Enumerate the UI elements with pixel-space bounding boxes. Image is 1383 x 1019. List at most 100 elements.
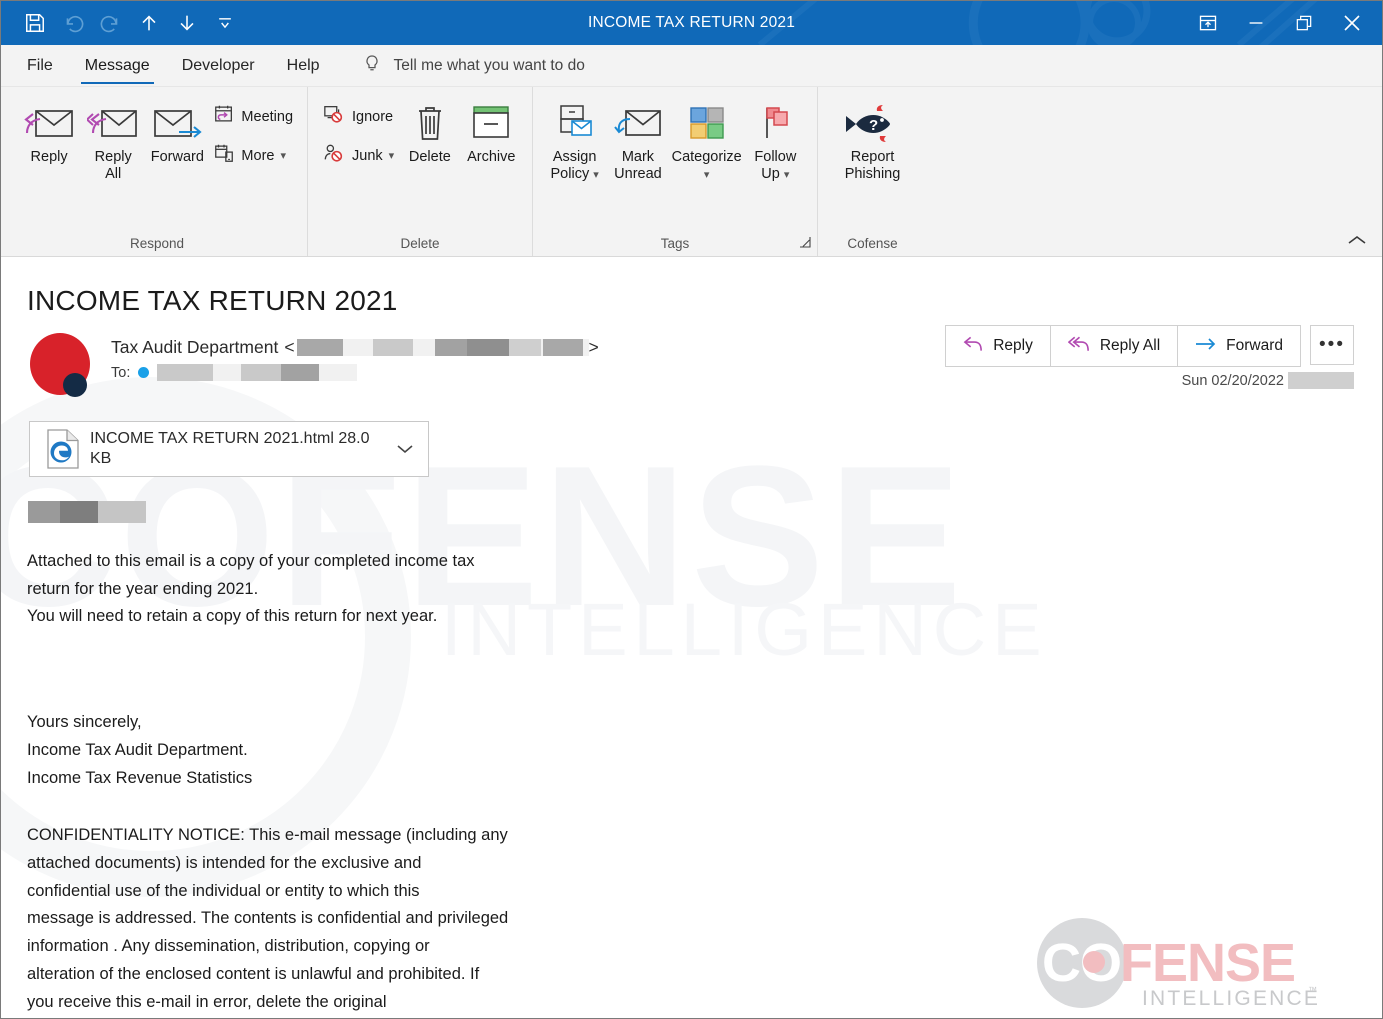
- ribbon-button-meeting[interactable]: Meeting: [209, 101, 297, 132]
- tab-developer-label: Developer: [181, 57, 255, 74]
- signoff-line-1: Yours sincerely,: [27, 713, 142, 732]
- reply-all-button-label: Reply All: [1099, 337, 1161, 354]
- message-date: Sun 02/20/2022: [1181, 372, 1284, 389]
- confidentiality-line-4: message is addressed. The contents is co…: [27, 909, 509, 928]
- collapse-ribbon-icon[interactable]: [1346, 233, 1368, 252]
- ribbon-button-reply-all[interactable]: Reply All: [81, 95, 145, 187]
- ribbon-button-report-phishing[interactable]: ? Report Phishing: [828, 95, 917, 187]
- ribbon-group-cofense: ? Report Phishing Cofense: [817, 87, 927, 256]
- ribbon-button-meeting-label: Meeting: [241, 108, 294, 125]
- message-body: Attached to this email is a copy of your…: [27, 501, 627, 1018]
- signoff-line-3: Income Tax Revenue Statistics: [27, 768, 253, 787]
- message-timestamp: Sun 02/20/2022: [1182, 372, 1354, 389]
- svg-text:FENSE: FENSE: [1120, 933, 1295, 993]
- ribbon-button-categorize[interactable]: Categorize ▾: [670, 95, 744, 187]
- recipient-line: To:: [111, 364, 599, 381]
- ribbon-group-respond-label: Respond: [129, 235, 185, 251]
- meeting-icon: [213, 103, 235, 130]
- ribbon-button-forward[interactable]: Forward: [145, 95, 209, 170]
- attachment-dropdown-icon[interactable]: [392, 443, 418, 455]
- tab-file-label: File: [27, 57, 53, 74]
- ribbon-button-mark-unread[interactable]: Mark Unread: [606, 95, 669, 187]
- ribbon-button-delete[interactable]: Delete: [399, 95, 460, 170]
- chevron-down-icon: ▾: [388, 150, 395, 162]
- tab-developer[interactable]: Developer: [166, 46, 271, 86]
- ribbon-group-delete: Ignore Junk ▾ Delete Archive Delete: [307, 87, 532, 256]
- confidentiality-line-6: alteration of the enclosed content is un…: [27, 964, 480, 983]
- ribbon-group-tags: Assign Policy ▾ Mark Unread Categorize ▾…: [532, 87, 817, 256]
- ribbon-button-archive[interactable]: Archive: [461, 95, 522, 170]
- ribbon-group-respond: Reply Reply All Forward Meeting More ▾ R…: [7, 87, 307, 256]
- ribbon-button-reply[interactable]: Reply: [17, 95, 81, 170]
- sender-name: Tax Audit Department: [111, 337, 279, 357]
- chevron-down-icon: ▾: [280, 150, 286, 162]
- ribbon-button-categorize-label: Categorize: [671, 149, 742, 165]
- ribbon-display-options-icon[interactable]: [1184, 3, 1232, 43]
- ribbon-button-ignore[interactable]: Ignore: [318, 101, 399, 132]
- more-icon: [213, 142, 235, 169]
- ribbon-button-reply-label: Reply: [30, 149, 68, 165]
- delete-small-buttons: Ignore Junk ▾: [318, 95, 399, 171]
- ribbon: Reply Reply All Forward Meeting More ▾ R…: [1, 87, 1382, 257]
- ribbon-button-assign-policy-label-line2: Policy: [550, 165, 590, 182]
- page-title: INCOME TAX RETURN 2021: [27, 285, 398, 316]
- tab-help[interactable]: Help: [271, 46, 336, 86]
- forward-button[interactable]: Forward: [1178, 326, 1300, 366]
- delete-icon: [410, 99, 450, 149]
- ribbon-button-delete-label: Delete: [408, 149, 451, 165]
- ribbon-group-cofense-label: Cofense: [847, 235, 898, 251]
- tell-me-label: Tell me what you want to do: [393, 57, 585, 74]
- ribbon-tab-strip: File Message Developer Help Tell me what…: [1, 45, 1382, 87]
- confidentiality-line-2: attached documents) is intended for the …: [27, 854, 422, 873]
- message-time-redacted: [1288, 372, 1354, 389]
- attachment-chip[interactable]: INCOME TAX RETURN 2021.html 28.0 KB: [29, 421, 429, 477]
- ribbon-button-archive-label: Archive: [467, 149, 516, 165]
- tell-me-search[interactable]: Tell me what you want to do: [362, 46, 585, 86]
- window-controls: [1184, 3, 1382, 43]
- to-label: To:: [111, 364, 131, 381]
- ignore-icon: [322, 103, 346, 130]
- forward-icon: [151, 99, 203, 149]
- ribbon-button-junk-label: Junk: [352, 147, 383, 164]
- categorize-icon: [685, 99, 729, 149]
- ribbon-button-more[interactable]: More ▾: [209, 140, 297, 171]
- tab-message[interactable]: Message: [69, 46, 166, 86]
- reply-all-icon: [87, 99, 139, 149]
- ribbon-button-reply-all-label-line1: Reply: [94, 149, 132, 165]
- close-icon[interactable]: [1328, 3, 1376, 43]
- junk-icon: [322, 142, 346, 169]
- svg-text:?: ?: [869, 117, 878, 134]
- minimize-icon[interactable]: [1232, 3, 1280, 43]
- tags-dialog-launcher-icon[interactable]: [799, 236, 811, 251]
- reply-icon: [23, 99, 75, 149]
- more-actions-button[interactable]: •••: [1310, 325, 1354, 365]
- tab-file[interactable]: File: [11, 46, 69, 86]
- reply-button[interactable]: Reply: [946, 326, 1051, 366]
- signoff-line-2: Income Tax Audit Department.: [27, 740, 248, 759]
- reply-all-arrow-icon: [1067, 335, 1091, 358]
- tab-message-label: Message: [84, 57, 150, 74]
- ribbon-group-delete-label: Delete: [400, 235, 440, 251]
- ribbon-button-forward-label: Forward: [150, 149, 204, 165]
- presence-indicator: [63, 373, 87, 397]
- body-paragraph-1-line-2: return for the year ending 2021.: [27, 579, 259, 598]
- address-open-bracket: <: [284, 337, 295, 357]
- ribbon-button-more-label: More: [241, 147, 275, 164]
- recipient-redacted[interactable]: [157, 364, 358, 381]
- svg-text:CO: CO: [1042, 933, 1121, 993]
- chevron-down-icon: ▾: [703, 168, 710, 181]
- restore-icon[interactable]: [1280, 3, 1328, 43]
- address-close-bracket: >: [588, 337, 599, 357]
- ribbon-button-assign-policy[interactable]: Assign Policy ▾: [543, 95, 606, 187]
- ribbon-button-junk[interactable]: Junk ▾: [318, 140, 399, 171]
- lightbulb-icon: [362, 53, 382, 79]
- confidentiality-line-7: you receive this e-mail in error, delete…: [27, 992, 387, 1011]
- title-bar: INCOME TAX RETURN 2021: [1, 1, 1382, 45]
- greeting-name-redacted: [28, 501, 146, 523]
- reply-button-label: Reply: [993, 337, 1033, 354]
- ribbon-button-follow-up[interactable]: Follow Up ▾: [744, 95, 807, 187]
- ribbon-button-ignore-label: Ignore: [352, 108, 394, 125]
- reply-all-button[interactable]: Reply All: [1050, 326, 1179, 366]
- message-actions: Reply Reply All Forward •••: [945, 325, 1354, 367]
- chevron-down-icon: ▾: [593, 168, 599, 181]
